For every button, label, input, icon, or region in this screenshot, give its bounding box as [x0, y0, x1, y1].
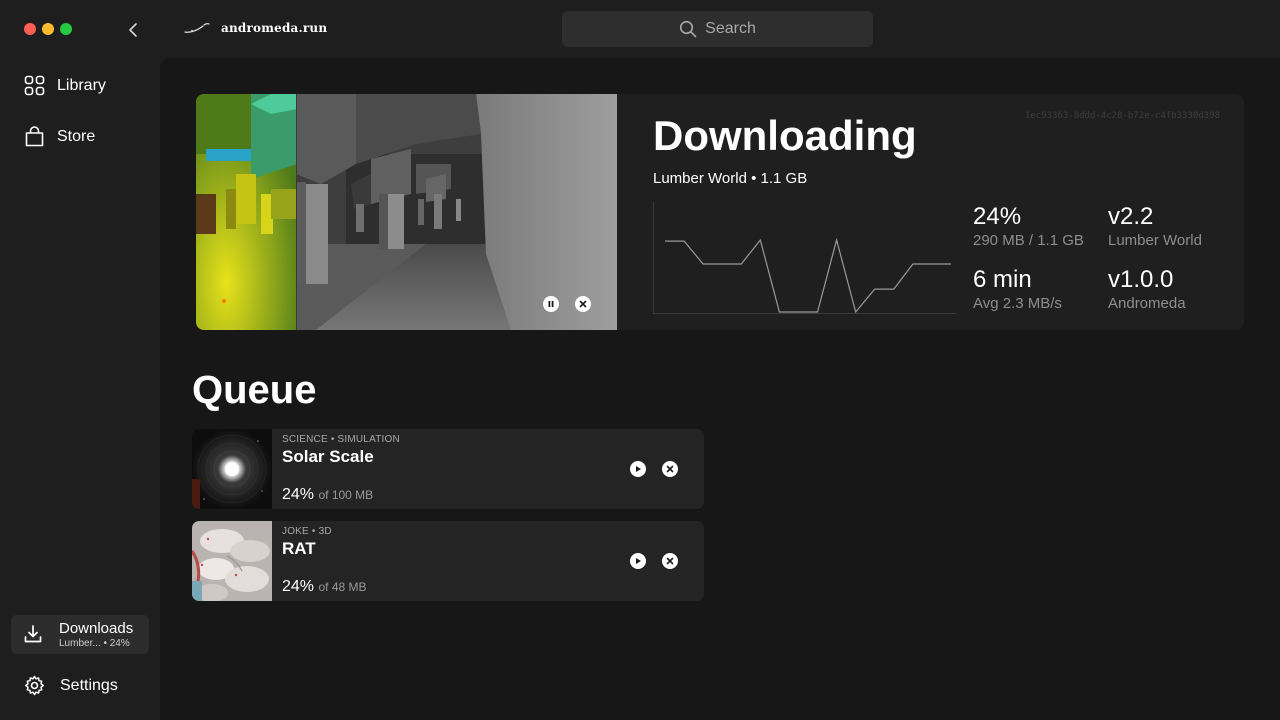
- andromeda-logo-icon: [184, 23, 210, 33]
- gear-icon: [24, 675, 45, 696]
- chevron-left-icon: [129, 23, 137, 37]
- main-panel: 1ec93363-8ddd-4c28-b72e-c4fb3330d398 Dow…: [160, 58, 1280, 720]
- maximize-window-button[interactable]: [60, 23, 72, 35]
- progress-detail: 290 MB / 1.1 GB: [973, 232, 1084, 249]
- sidebar-item-library[interactable]: Library: [24, 75, 106, 96]
- search-bar[interactable]: Search: [562, 11, 873, 47]
- queue-item[interactable]: SCIENCE • SIMULATION Solar Scale 24% of …: [192, 429, 704, 509]
- game-preview-image: [196, 94, 617, 330]
- sidebar: Library Store Downloads Lumber... • 24% …: [0, 0, 160, 720]
- time-stat: 6 min Avg 2.3 MB/s: [973, 266, 1062, 312]
- queue-item-percent: 24%: [282, 578, 315, 595]
- avg-speed: Avg 2.3 MB/s: [973, 295, 1062, 312]
- lumber-world-screenshot: [196, 94, 617, 330]
- queue-item-name: Solar Scale: [282, 447, 374, 466]
- grid-icon: [24, 75, 45, 96]
- progress-percent: 24%: [973, 203, 1022, 230]
- game-version-stat: v2.2 Lumber World: [1108, 203, 1202, 249]
- downloads-status: Lumber... • 24%: [59, 638, 130, 649]
- sidebar-item-label: Library: [57, 76, 106, 94]
- brand-name: andromeda.run: [221, 21, 328, 35]
- back-button[interactable]: [124, 20, 142, 40]
- minimize-window-button[interactable]: [42, 23, 54, 35]
- queue-item-category: SCIENCE • SIMULATION: [282, 434, 400, 445]
- remove-button[interactable]: [662, 461, 678, 477]
- sidebar-item-downloads[interactable]: Downloads Lumber... • 24%: [11, 615, 149, 654]
- resume-button[interactable]: [630, 553, 646, 569]
- queue-item-progress: 24% of 100 MB: [282, 486, 373, 504]
- queue-item-percent: 24%: [282, 486, 315, 503]
- bag-icon: [25, 126, 44, 147]
- queue-item-progress: 24% of 48 MB: [282, 578, 367, 596]
- queue-item-name: RAT: [282, 539, 316, 558]
- engine-name: Andromeda: [1108, 295, 1186, 312]
- download-icon: [24, 625, 42, 643]
- game-version: v2.2: [1108, 203, 1154, 230]
- sidebar-item-label: Settings: [60, 676, 118, 694]
- close-icon: [579, 300, 587, 308]
- queue-item-category: JOKE • 3D: [282, 526, 332, 537]
- search-icon: [680, 20, 697, 38]
- resume-button[interactable]: [630, 461, 646, 477]
- close-icon: [666, 557, 674, 565]
- progress-stat: 24% 290 MB / 1.1 GB: [973, 203, 1084, 249]
- queue-item-size: of 100 MB: [318, 488, 374, 502]
- remove-button[interactable]: [662, 553, 678, 569]
- queue-heading: Queue: [192, 368, 317, 412]
- page-title: Downloading: [653, 112, 917, 159]
- sidebar-item-settings[interactable]: Settings: [24, 675, 118, 696]
- rat-thumbnail: [192, 521, 272, 601]
- current-download-card: 1ec93363-8ddd-4c28-b72e-c4fb3330d398 Dow…: [196, 94, 1244, 330]
- window-controls: [24, 23, 72, 35]
- download-subtitle: Lumber World • 1.1 GB: [653, 170, 808, 187]
- brand-logo[interactable]: andromeda.run: [183, 20, 327, 36]
- time-left: 6 min: [973, 266, 1032, 293]
- search-placeholder: Search: [705, 20, 756, 37]
- game-name: Lumber World: [1108, 232, 1202, 249]
- engine-version-stat: v1.0.0 Andromeda: [1108, 266, 1186, 312]
- play-icon: [636, 558, 641, 564]
- queue-item[interactable]: JOKE • 3D RAT 24% of 48 MB: [192, 521, 704, 601]
- pause-button[interactable]: [543, 296, 559, 312]
- close-window-button[interactable]: [24, 23, 36, 35]
- queue-item-size: of 48 MB: [318, 580, 367, 594]
- sidebar-item-label: Store: [57, 127, 96, 145]
- cancel-download-button[interactable]: [575, 296, 591, 312]
- sidebar-item-store[interactable]: Store: [24, 126, 95, 147]
- download-speed-line: [665, 237, 951, 314]
- solar-scale-thumbnail: [192, 429, 272, 509]
- engine-version: v1.0.0: [1108, 266, 1174, 293]
- close-icon: [666, 465, 674, 473]
- download-speed-graph: [653, 202, 957, 314]
- pause-icon: [548, 301, 554, 307]
- downloads-label: Downloads: [59, 620, 134, 637]
- download-id: 1ec93363-8ddd-4c28-b72e-c4fb3330d398: [1024, 111, 1220, 121]
- play-icon: [636, 466, 641, 472]
